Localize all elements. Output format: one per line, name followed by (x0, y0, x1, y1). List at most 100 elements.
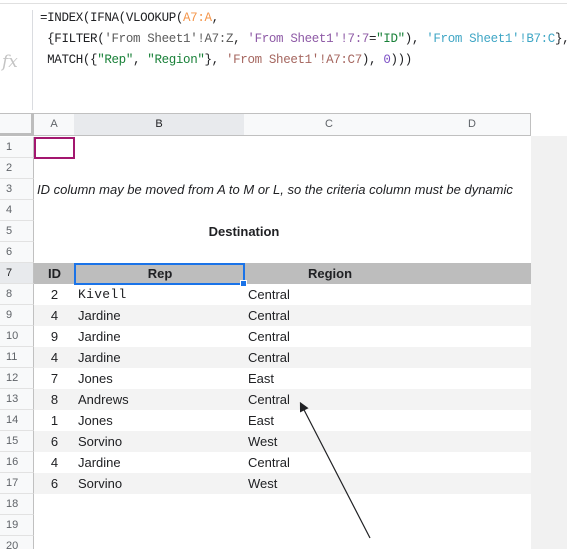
row-header-11[interactable]: 11 (0, 347, 34, 368)
cell-rep[interactable]: Jones (78, 410, 244, 431)
cell-rep[interactable]: Jardine (78, 305, 244, 326)
formula-token-str: "ID" (376, 32, 405, 46)
cell-id[interactable]: 6 (34, 431, 75, 452)
row-header-6[interactable]: 6 (0, 242, 34, 263)
row-header-9[interactable]: 9 (0, 305, 34, 326)
table-row: 4 Jardine Central (34, 305, 531, 326)
formula-token-ref1: A7:A (183, 11, 212, 25)
table-row: 1 Jones East (34, 410, 531, 431)
row-header-2[interactable]: 2 (0, 158, 34, 179)
cell-region[interactable]: Central (248, 284, 414, 305)
cell-id[interactable]: 1 (34, 410, 75, 431)
fill-handle[interactable] (240, 280, 247, 287)
formula-token: ))) (390, 53, 412, 67)
formula-token: , (132, 53, 148, 67)
formula-token-ref2: 'From Sheet1'!A7:Z (104, 32, 234, 46)
formula-bar[interactable]: fx =INDEX(IFNA(VLOOKUP(A7:A, {FILTER('Fr… (0, 4, 567, 113)
formula-token: ), (361, 53, 384, 67)
table-row: 8 Andrews Central (34, 389, 531, 410)
note-text: ID column may be moved from A to M or L,… (37, 182, 513, 197)
cell-id[interactable]: 4 (34, 452, 75, 473)
row-header-3[interactable]: 3 (0, 179, 34, 200)
formula-token-ref5: 'From Sheet1'!A7:C7 (225, 53, 362, 67)
cell-region[interactable]: East (248, 368, 414, 389)
formula-input[interactable]: =INDEX(IFNA(VLOOKUP(A7:A, {FILTER('From … (40, 8, 567, 71)
formula-token: MATCH({ (40, 53, 98, 67)
header-region[interactable]: Region (245, 263, 415, 284)
formula-token: , (211, 11, 220, 25)
table-row: 2 Kivell Central (34, 284, 531, 305)
cell-region[interactable]: Central (248, 452, 414, 473)
formula-line: {FILTER('From Sheet1'!A7:Z, 'From Sheet1… (40, 29, 567, 50)
header-id[interactable]: ID (34, 263, 75, 284)
active-cell-b7[interactable] (74, 263, 245, 285)
row-header-8[interactable]: 8 (0, 284, 34, 305)
cell-id[interactable]: 7 (34, 368, 75, 389)
row-header-5[interactable]: 5 (0, 221, 34, 242)
cell-region[interactable]: West (248, 473, 414, 494)
formula-bar-divider (32, 10, 33, 110)
table-row: 4 Jardine Central (34, 452, 531, 473)
row-header-13[interactable]: 13 (0, 389, 34, 410)
cell-id[interactable]: 4 (34, 347, 75, 368)
cell-rep[interactable]: Andrews (78, 389, 244, 410)
cell-region[interactable]: Central (248, 389, 414, 410)
formula-token: }, (554, 32, 567, 46)
row-header-17[interactable]: 17 (0, 473, 34, 494)
table-row: 7 Jones East (34, 368, 531, 389)
row-header-1[interactable]: 1 (0, 137, 34, 158)
cell-id[interactable]: 6 (34, 473, 75, 494)
column-header-b[interactable]: B (74, 113, 245, 136)
cell-rep[interactable]: Kivell (78, 284, 244, 305)
formula-line: =INDEX(IFNA(VLOOKUP(A7:A, (40, 8, 567, 29)
row-header-20[interactable]: 20 (0, 536, 34, 549)
cell-rep[interactable]: Jardine (78, 452, 244, 473)
formula-token: , (233, 32, 248, 46)
cell-region[interactable]: Central (248, 326, 414, 347)
formula-token-ref4: 'From Sheet1'!B7:C (426, 32, 555, 46)
cell-region[interactable]: Central (248, 305, 414, 326)
row-header-7[interactable]: 7 (0, 263, 34, 284)
cell-rep[interactable]: Jones (78, 368, 244, 389)
cell-id[interactable]: 2 (34, 284, 75, 305)
cell-id[interactable]: 4 (34, 305, 75, 326)
formula-token: ), (404, 32, 427, 46)
table-row: 4 Jardine Central (34, 347, 531, 368)
cell-region[interactable]: West (248, 431, 414, 452)
cell-id[interactable]: 9 (34, 326, 75, 347)
frozen-row-handle[interactable] (0, 133, 34, 136)
fx-icon: fx (2, 52, 18, 72)
formula-token: }, (204, 53, 226, 67)
row-header-16[interactable]: 16 (0, 452, 34, 473)
row-header-10[interactable]: 10 (0, 326, 34, 347)
spreadsheet-grid[interactable]: A B C D 1 2 3 4 5 6 7 8 9 10 11 12 13 14 15 16 17 18 19 20 … (0, 113, 567, 549)
column-header-d[interactable]: D (414, 113, 531, 136)
cell-rep[interactable]: Sorvino (78, 473, 244, 494)
formula-token-str: "Rep" (97, 53, 133, 67)
column-header-a[interactable]: A (34, 113, 75, 136)
table-row: 6 Sorvino West (34, 473, 531, 494)
row-header-12[interactable]: 12 (0, 368, 34, 389)
formula-line: MATCH({"Rep", "Region"}, 'From Sheet1'!A… (40, 50, 567, 71)
row-header-18[interactable]: 18 (0, 494, 34, 515)
row-header-4[interactable]: 4 (0, 200, 34, 221)
cell-region[interactable]: East (248, 410, 414, 431)
cell-region[interactable]: Central (248, 347, 414, 368)
row-header-14[interactable]: 14 (0, 410, 34, 431)
collaborator-cursor-a1 (34, 137, 75, 159)
destination-title: Destination (208, 224, 280, 239)
formula-token: {FILTER( (40, 32, 105, 46)
formula-token: =INDEX(IFNA(VLOOKUP( (40, 11, 184, 25)
out-of-sheet-area (531, 136, 567, 549)
table-row: 9 Jardine Central (34, 326, 531, 347)
cell-rep[interactable]: Jardine (78, 326, 244, 347)
cell-id[interactable]: 8 (34, 389, 75, 410)
table-row: 6 Sorvino West (34, 431, 531, 452)
column-header-c[interactable]: C (244, 113, 415, 136)
cell-rep[interactable]: Sorvino (78, 431, 244, 452)
row-header-19[interactable]: 19 (0, 515, 34, 536)
formula-token-ref3: 'From Sheet1'!7:7 (247, 32, 369, 46)
cell-rep[interactable]: Jardine (78, 347, 244, 368)
formula-token-str: "Region" (147, 53, 205, 67)
row-header-15[interactable]: 15 (0, 431, 34, 452)
